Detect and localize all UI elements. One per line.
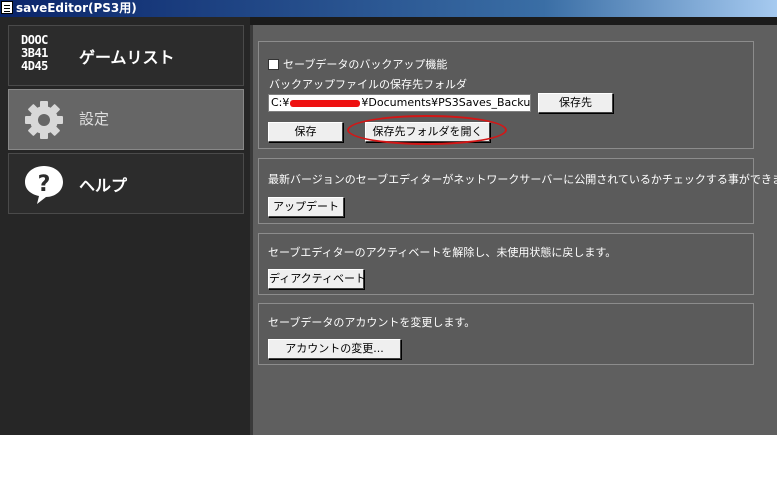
deactivate-section: セーブエディターのアクティベートを解除し、未使用状態に戻します。 ディアクティベ… xyxy=(258,233,754,295)
save-button[interactable]: 保存 xyxy=(268,122,343,142)
update-description: 最新バージョンのセーブエディターがネットワークサーバーに公開されているかチェック… xyxy=(268,173,777,186)
sidebar-item-label: 設定 xyxy=(79,110,110,128)
deactivate-button[interactable]: ディアクティベート xyxy=(268,269,366,289)
settings-panel: セーブデータのバックアップ機能 バックアップファイルの保存先フォルダ C:¥ ¥D… xyxy=(250,25,777,435)
gear-icon xyxy=(25,101,63,139)
app-window: DOOC 3B41 4D45 ゲームリスト 設定 ? ヘルプ セーブデータのバッ… xyxy=(0,17,777,435)
title-bar: saveEditor(PS3用) xyxy=(0,0,777,17)
backup-folder-input[interactable]: C:¥ ¥Documents¥PS3Saves_Backup xyxy=(268,94,531,112)
sidebar-item-game-list[interactable]: DOOC 3B41 4D45 ゲームリスト xyxy=(8,25,244,86)
question-bubble-icon: ? xyxy=(25,166,63,204)
path-prefix: C:¥ xyxy=(271,96,290,109)
deactivate-description: セーブエディターのアクティベートを解除し、未使用状態に戻します。 xyxy=(268,246,617,259)
open-folder-button[interactable]: 保存先フォルダを開く xyxy=(365,122,490,142)
update-section: 最新バージョンのセーブエディターがネットワークサーバーに公開されているかチェック… xyxy=(258,158,777,224)
backup-checkbox-label: セーブデータのバックアップ機能 xyxy=(283,58,448,71)
path-suffix: ¥Documents¥PS3Saves_Backup xyxy=(361,96,531,109)
window-title: saveEditor(PS3用) xyxy=(16,1,137,15)
sidebar-item-label: ヘルプ xyxy=(79,176,128,195)
change-account-button[interactable]: アカウントの変更... xyxy=(268,339,401,359)
app-icon xyxy=(1,1,13,14)
backup-enable-checkbox[interactable] xyxy=(268,59,279,70)
sidebar-item-help[interactable]: ? ヘルプ xyxy=(8,153,244,214)
redaction-mark xyxy=(290,99,361,107)
sidebar-item-settings[interactable]: 設定 xyxy=(8,89,244,150)
update-button[interactable]: アップデート xyxy=(268,197,344,217)
digits-logo-icon: DOOC 3B41 4D45 xyxy=(21,34,67,78)
sidebar-item-label: ゲームリスト xyxy=(79,48,175,67)
backup-section: セーブデータのバックアップ機能 バックアップファイルの保存先フォルダ C:¥ ¥D… xyxy=(258,41,754,149)
account-description: セーブデータのアカウントを変更します。 xyxy=(268,316,476,329)
backup-folder-label: バックアップファイルの保存先フォルダ xyxy=(269,78,467,91)
account-section: セーブデータのアカウントを変更します。 アカウントの変更... xyxy=(258,303,754,365)
logo-digits-line: 4D45 xyxy=(21,59,48,73)
sidebar: DOOC 3B41 4D45 ゲームリスト 設定 ? ヘルプ xyxy=(0,17,250,435)
browse-folder-button[interactable]: 保存先 xyxy=(538,93,613,113)
svg-text:?: ? xyxy=(38,172,51,197)
